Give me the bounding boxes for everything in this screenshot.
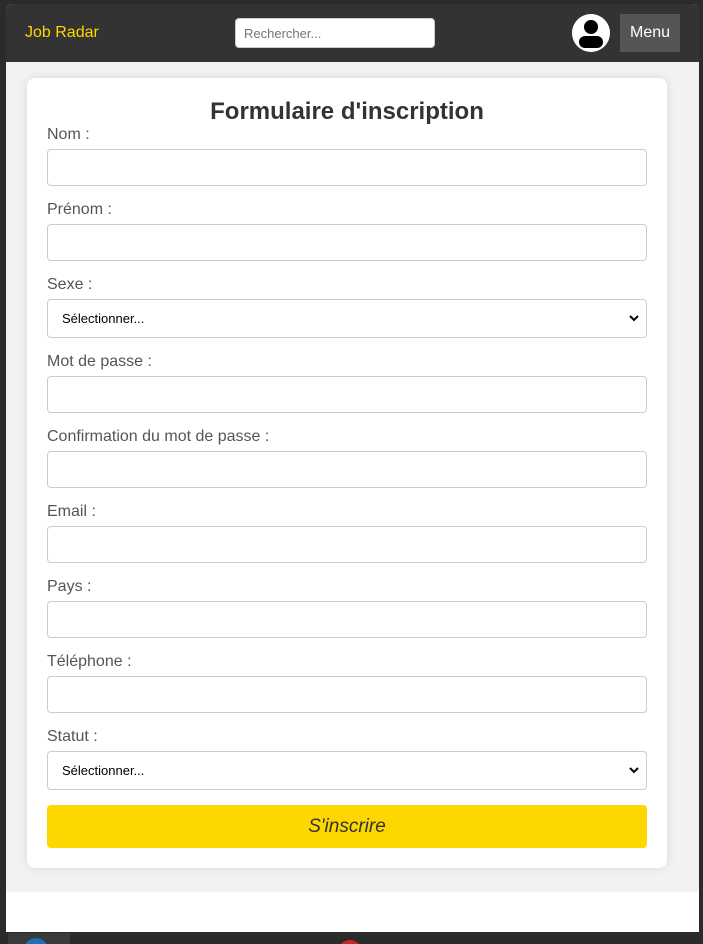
statut-selected-value: Sélectionner... (62, 763, 145, 778)
menu-button[interactable]: Menu (620, 14, 680, 52)
prenom-field[interactable] (47, 224, 647, 261)
chevron-down-icon (629, 315, 639, 322)
user-avatar-icon[interactable] (572, 14, 610, 52)
confirmation-label: Confirmation du mot de passe : (47, 428, 270, 445)
mot-de-passe-field[interactable] (47, 376, 647, 413)
email-field[interactable] (47, 526, 647, 563)
pays-label: Pays : (47, 578, 92, 595)
email-label: Email : (47, 503, 96, 520)
sexe-select[interactable]: Sélectionner... (47, 299, 647, 338)
user-silhouette-icon (572, 14, 610, 52)
brand-link[interactable]: Job Radar (25, 24, 99, 42)
pays-field[interactable] (47, 601, 647, 638)
taskbar-app-icon[interactable] (338, 940, 362, 944)
submit-button[interactable]: S'inscrire (47, 805, 647, 848)
form-title: Formulaire d'inscription (210, 98, 484, 125)
registration-form-card: Formulaire d'inscription Nom : Prénom : … (27, 78, 667, 868)
statut-select[interactable]: Sélectionner... (47, 751, 647, 790)
confirmation-field[interactable] (47, 451, 647, 488)
prenom-label: Prénom : (47, 201, 112, 218)
statut-label: Statut : (47, 728, 98, 745)
sexe-label: Sexe : (47, 276, 93, 293)
chevron-down-icon (629, 767, 639, 774)
top-navbar: Job Radar Menu (6, 4, 699, 62)
mot-de-passe-label: Mot de passe : (47, 353, 152, 370)
telephone-field[interactable] (47, 676, 647, 713)
sexe-selected-value: Sélectionner... (62, 311, 145, 326)
nom-label: Nom : (47, 126, 90, 143)
search-input[interactable] (235, 18, 435, 48)
telephone-label: Téléphone : (47, 653, 132, 670)
nom-field[interactable] (47, 149, 647, 186)
